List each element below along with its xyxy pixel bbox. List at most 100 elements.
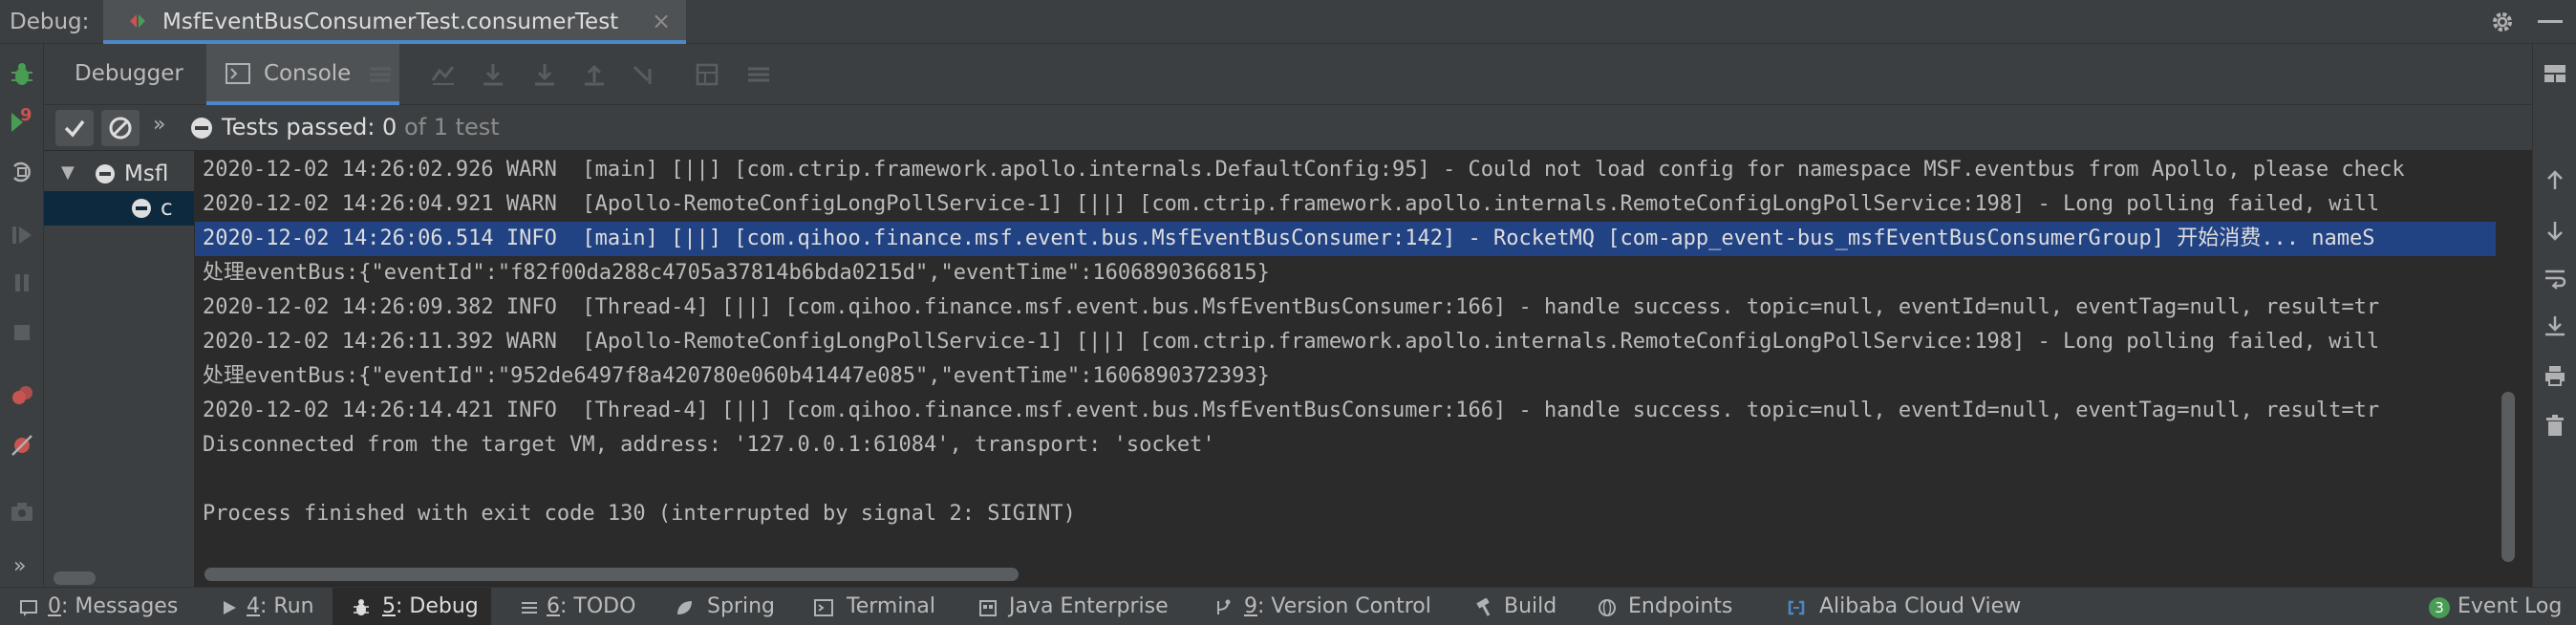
test-tree: ▼ Msfl c (44, 151, 195, 587)
event-log-label: Event Log (2458, 594, 2563, 618)
trace-current-stream-icon[interactable] (745, 61, 772, 88)
tool-event-log[interactable]: 3 Event Log (2417, 588, 2576, 625)
console-line: 2020-12-02 14:26:04.921 WARN [Apollo-Rem… (203, 192, 2380, 216)
tool-version-control[interactable]: 9: Version Control (1210, 588, 1439, 625)
debug-bug-icon (354, 599, 369, 615)
tool-endpoints[interactable]: Endpoints (1594, 588, 1775, 625)
todo-num: 6 (547, 594, 560, 618)
tool-todo[interactable]: 6: TODO (504, 588, 657, 625)
console-line-text: 2020-12-02 14:26:06.514 INFO [main] [||]… (203, 226, 2375, 250)
soft-wrap-icon[interactable] (2543, 266, 2567, 291)
gear-icon[interactable] (2490, 10, 2515, 34)
camera-icon[interactable] (9, 499, 35, 526)
tool-messages[interactable]: 0: Messages (0, 588, 182, 625)
tests-status: Tests passed: 0 of 1 test (189, 114, 500, 140)
tool-window-bar: 0: Messages 4: Run 5: Debug 6: TODO Spri… (0, 587, 2576, 625)
show-ignored-button[interactable] (101, 110, 140, 146)
console-output[interactable]: 2020-12-02 14:26:02.926 WARN [main] [||]… (195, 151, 2532, 587)
step-out-icon[interactable] (581, 61, 608, 88)
bug-icon[interactable] (9, 61, 35, 88)
tool-terminal[interactable]: Terminal (806, 588, 950, 625)
tab-debugger[interactable]: Debugger (44, 44, 206, 105)
console-line-selected: 2020-12-02 14:26:06.514 INFO [main] [||]… (195, 222, 2496, 256)
rerun-failed-button[interactable]: 9 (9, 105, 35, 136)
resume-icon[interactable] (9, 222, 35, 248)
debug-sub-toolbar: Debugger Console (44, 44, 2532, 105)
minimize-icon[interactable] (2538, 20, 2563, 23)
stop-icon[interactable] (9, 319, 35, 346)
tree-root-node[interactable]: ▼ Msfl (44, 157, 194, 191)
alibaba-label: Alibaba Cloud View (1819, 594, 2022, 618)
tab-debug-session[interactable]: MsfEventBusConsumerTest.consumerTest × (103, 0, 686, 44)
more-actions-icon[interactable]: » (13, 554, 26, 578)
tool-alibaba-cloud-view[interactable]: Alibaba Cloud View (1783, 588, 2031, 625)
java-enterprise-icon (979, 600, 997, 616)
event-log-badge: 3 (2429, 597, 2450, 618)
step-into-icon[interactable] (531, 61, 558, 88)
console-horizontal-scrollbar[interactable] (204, 568, 1019, 581)
console-line: 处理eventBus:{"eventId":"f82f00da288c4705a… (203, 261, 1270, 285)
arrow-down-icon[interactable] (2543, 218, 2567, 243)
ignored-status-icon (191, 118, 212, 139)
show-execution-point-icon[interactable] (430, 61, 457, 88)
chevron-down-icon[interactable]: ▼ (61, 162, 75, 183)
alibaba-cloud-icon (1788, 600, 1805, 615)
run-label: : Run (260, 594, 314, 618)
todo-label: : TODO (560, 594, 636, 618)
test-config-icon (130, 14, 145, 28)
print-icon[interactable] (2543, 363, 2567, 388)
debug-left-toolbar: 9 » (0, 44, 44, 587)
console-line: Process finished with exit code 130 (int… (203, 502, 1076, 526)
run-num: 4 (247, 594, 260, 618)
debug-label-bottom: : Debug (396, 594, 479, 618)
check-icon (64, 119, 85, 138)
console-line: 2020-12-02 14:26:09.382 INFO [Thread-4] … (203, 295, 2380, 319)
endpoints-globe-icon (1599, 599, 1616, 616)
scroll-to-end-icon[interactable] (2543, 313, 2567, 338)
layout-menu-icon[interactable] (367, 61, 394, 88)
restore-layout-icon[interactable] (9, 159, 35, 185)
arrow-up-icon[interactable] (2543, 168, 2567, 193)
console-icon (225, 63, 250, 84)
tool-spring[interactable]: Spring (669, 588, 782, 625)
ignored-icon (109, 117, 132, 140)
tree-child-label: c (161, 196, 173, 221)
console-right-toolbar (2532, 44, 2576, 587)
tests-passed-label: Tests passed: 0 (222, 114, 397, 140)
tab-debugger-label: Debugger (75, 61, 183, 86)
run-to-cursor-icon[interactable] (631, 61, 657, 88)
messages-icon (20, 600, 37, 616)
close-icon[interactable]: × (652, 8, 671, 34)
tree-horizontal-scrollbar[interactable] (54, 571, 96, 585)
messages-num: 0 (48, 594, 61, 618)
tree-root-label: Msfl (124, 162, 169, 186)
messages-label: : Messages (61, 594, 179, 618)
terminal-label: Terminal (847, 594, 935, 618)
list-icon (522, 602, 537, 614)
tool-debug[interactable]: 5: Debug (333, 588, 491, 625)
console-line: Disconnected from the target VM, address… (203, 433, 1215, 457)
terminal-icon (814, 599, 833, 616)
mute-breakpoints-icon[interactable] (9, 432, 35, 459)
more-test-actions-icon[interactable]: » (153, 113, 165, 137)
debug-num: 5 (382, 594, 396, 618)
layout-settings-icon[interactable] (2543, 61, 2567, 86)
tool-run[interactable]: 4: Run (201, 588, 329, 625)
show-passed-button[interactable] (55, 110, 94, 146)
trash-icon[interactable] (2543, 413, 2567, 438)
tree-child-node[interactable]: c (44, 191, 194, 226)
step-over-icon[interactable] (480, 61, 506, 88)
tool-build[interactable]: Build (1471, 588, 1567, 625)
pause-icon[interactable] (9, 269, 35, 296)
build-label: Build (1504, 594, 1557, 618)
tab-title: MsfEventBusConsumerTest.consumerTest (162, 10, 619, 34)
rerun-badge: 9 (20, 105, 32, 125)
console-line: 处理eventBus:{"eventId":"952de6497f8a42078… (203, 364, 1270, 388)
console-vertical-scrollbar[interactable] (2501, 392, 2515, 562)
evaluate-expression-icon[interactable] (694, 61, 720, 88)
view-breakpoints-icon[interactable] (9, 382, 35, 409)
vcs-branch-icon (1217, 599, 1231, 614)
spring-leaf-icon (677, 601, 692, 614)
spring-label: Spring (707, 594, 775, 618)
tool-java-enterprise[interactable]: Java Enterprise (975, 588, 1185, 625)
